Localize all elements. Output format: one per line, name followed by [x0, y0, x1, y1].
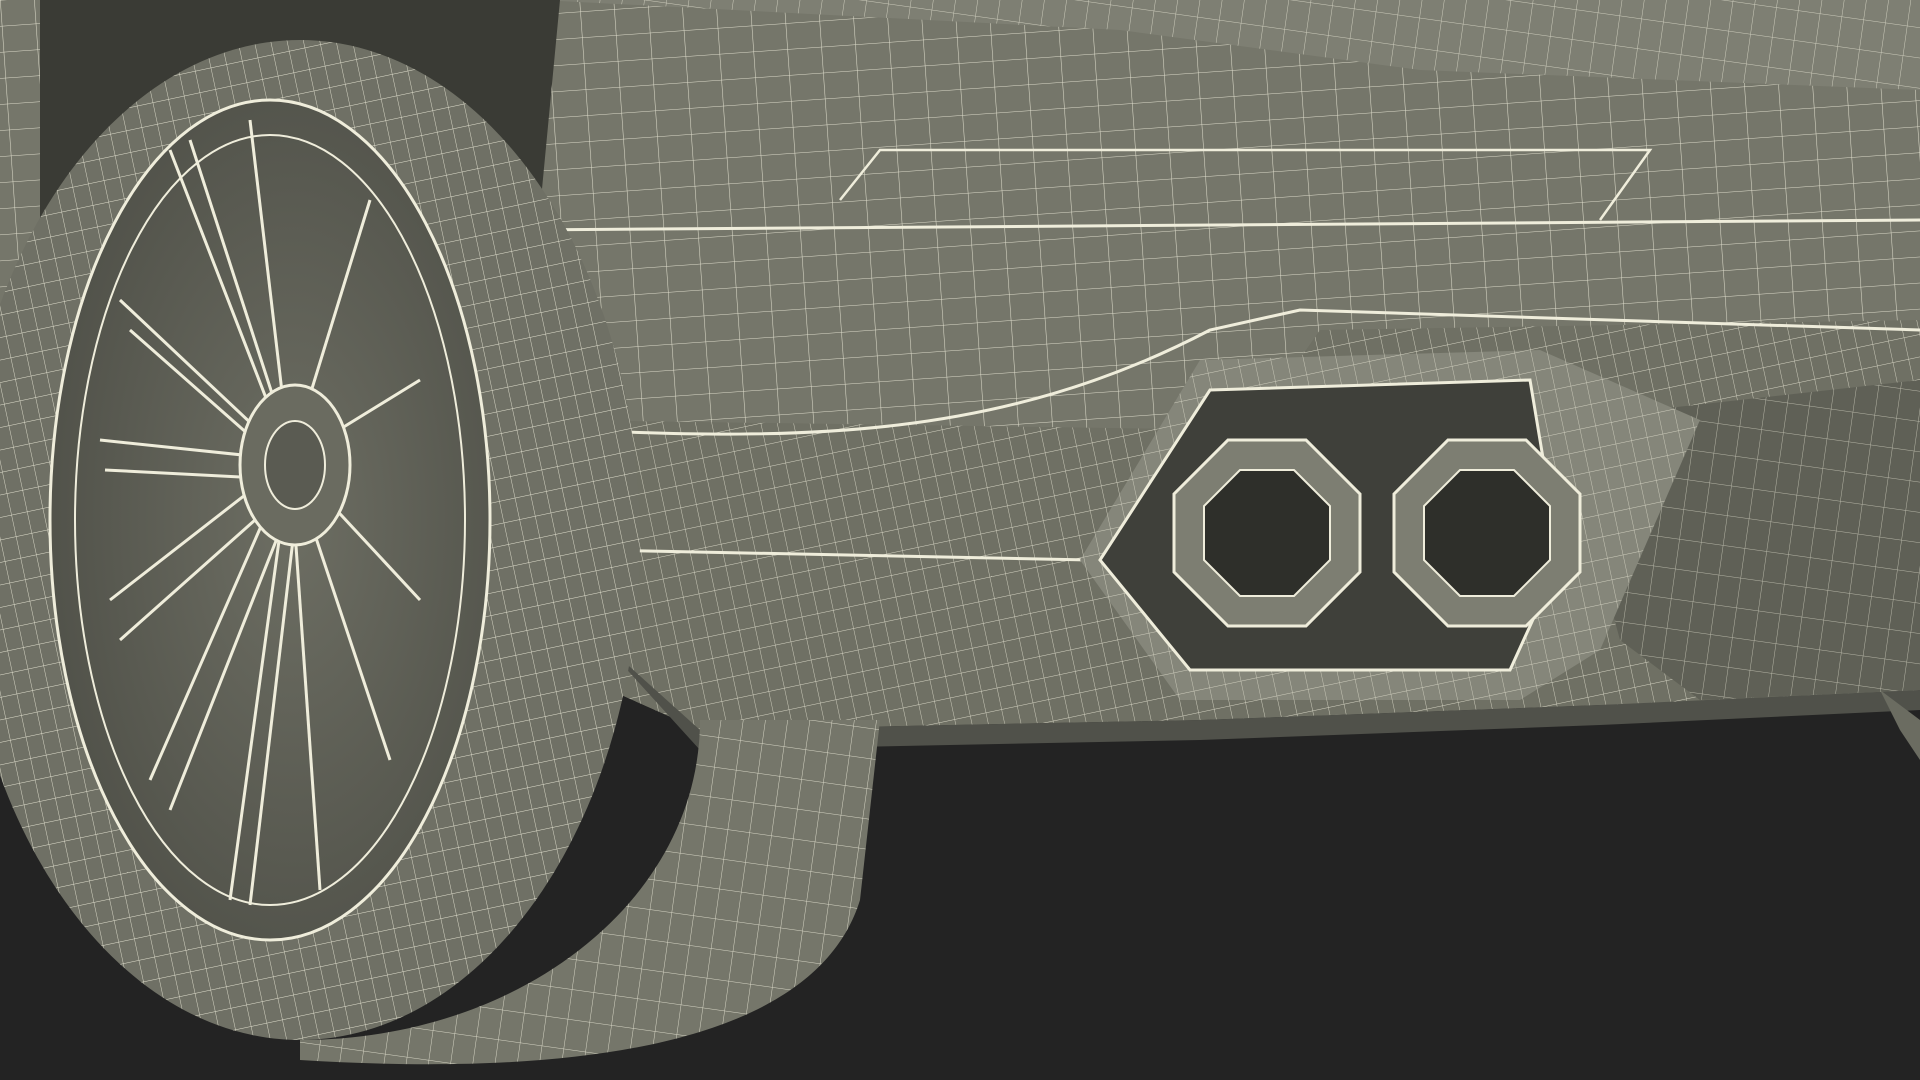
exhaust-tip-right: [1392, 438, 1582, 628]
wireframe-render: [0, 0, 1920, 1080]
exhaust-tip-left: [1172, 438, 1362, 628]
wheel-rim: [48, 98, 492, 942]
